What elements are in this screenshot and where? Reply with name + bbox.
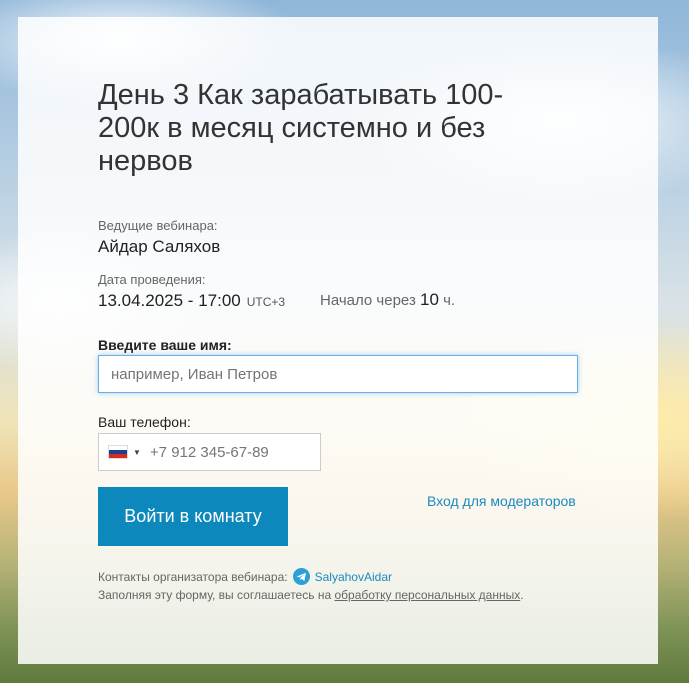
contacts-label: Контакты организатора вебинара: [98,569,288,584]
webinar-datetime: 13.04.2025 - 17:00 [98,291,241,310]
personal-data-link[interactable]: обработку персональных данных [334,588,520,602]
starts-in: Начало через 10 ч. [320,290,455,310]
russia-flag-icon[interactable] [108,445,128,459]
enter-room-button[interactable]: Войти в комнату [98,487,288,546]
name-label: Введите ваше имя: [98,337,232,353]
phone-input[interactable] [149,443,310,461]
webinar-datetime-row: 13.04.2025 - 17:00 UTC+3 [98,291,285,311]
hosts-label: Ведущие вебинара: [98,218,218,233]
organizer-contacts: Контакты организатора вебинара: Salyahov… [98,568,392,585]
consent-text: Заполняя эту форму, вы соглашаетесь на о… [98,588,524,602]
starts-in-value: 10 [420,290,439,309]
phone-label: Ваш телефон: [98,414,191,430]
telegram-link[interactable]: SalyahovAidar [315,570,392,584]
telegram-icon[interactable] [292,568,310,585]
date-label: Дата проведения: [98,272,206,287]
webinar-title: День 3 Как зарабатывать 100-200к в месяц… [98,79,504,177]
starts-in-unit: ч. [443,292,456,309]
consent-suffix: . [520,588,524,602]
registration-card: День 3 Как зарабатывать 100-200к в месяц… [18,17,658,664]
moderator-login-link[interactable]: Вход для модераторов [427,493,576,509]
starts-in-prefix: Начало через [320,292,416,309]
phone-field: ▼ [98,433,321,471]
host-name: Айдар Саляхов [98,237,221,256]
consent-prefix: Заполняя эту форму, вы соглашаетесь на [98,588,332,602]
country-dropdown-caret-icon[interactable]: ▼ [133,448,141,457]
timezone: UTC+3 [246,295,286,309]
name-input[interactable] [98,355,578,393]
